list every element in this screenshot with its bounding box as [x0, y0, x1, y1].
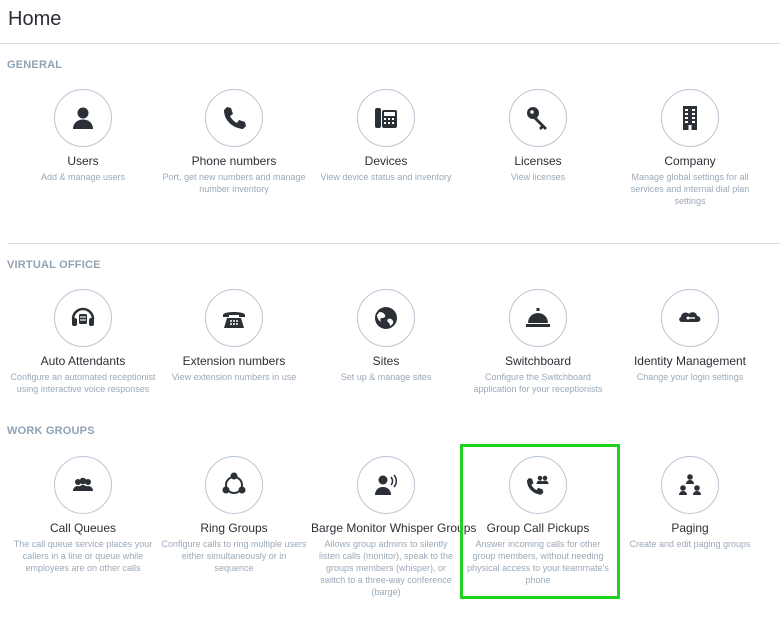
users-icon — [54, 456, 112, 514]
tile-title: Ring Groups — [200, 521, 268, 535]
rotary-phone-icon — [205, 289, 263, 347]
tile-description: The call queue service places your calle… — [13, 539, 153, 573]
tile-description: Manage global settings for all services … — [630, 172, 750, 206]
tile-extension-numbers[interactable]: Extension numbers View extension numbers… — [159, 289, 309, 383]
divider — [0, 43, 780, 44]
ring-group-icon — [205, 456, 263, 514]
tile-paging[interactable]: Paging Create and edit paging groups — [615, 456, 765, 550]
tile-title: Switchboard — [504, 354, 572, 368]
tile-identity-management[interactable]: Identity Management Change your login se… — [615, 289, 765, 383]
building-icon — [661, 89, 719, 147]
tile-licenses[interactable]: Licenses View licenses — [463, 89, 613, 183]
tile-title: Phone numbers — [191, 154, 277, 168]
tile-auto-attendants[interactable]: Auto Attendants Configure an automated r… — [8, 289, 158, 395]
tile-barge-monitor-whisper-groups[interactable]: Barge Monitor Whisper Groups Allows grou… — [311, 456, 477, 598]
page-title: Home — [8, 8, 62, 30]
user-icon — [54, 89, 112, 147]
tile-devices[interactable]: Devices View device status and inventory — [311, 89, 461, 183]
tile-description: Configure an automated receptionist usin… — [10, 372, 156, 394]
tile-description: View extension numbers in use — [171, 372, 297, 382]
section-heading-virtual-office: VIRTUAL OFFICE — [7, 259, 101, 271]
tile-description: View device status and inventory — [320, 172, 452, 182]
tile-ring-groups[interactable]: Ring Groups Configure calls to ring mult… — [159, 456, 309, 574]
tile-description: Port, get new numbers and manage number … — [162, 172, 306, 194]
section-heading-work-groups: WORK GROUPS — [7, 425, 95, 437]
desk-phone-icon — [357, 89, 415, 147]
org-chart-icon — [661, 456, 719, 514]
tile-description: Configure the Switchboard application fo… — [473, 372, 603, 394]
tile-title: Sites — [372, 354, 400, 368]
tile-title: Call Queues — [49, 521, 117, 535]
tile-description: Add & manage users — [40, 172, 126, 182]
tile-phone-numbers[interactable]: Phone numbers Port, get new numbers and … — [159, 89, 309, 195]
service-bell-icon — [509, 289, 567, 347]
tile-sites[interactable]: Sites Set up & manage sites — [311, 289, 461, 383]
tile-description: Create and edit paging groups — [629, 539, 751, 549]
highlight-box — [460, 444, 620, 599]
tile-title: Extension numbers — [182, 354, 286, 368]
tile-description: Allows group admins to silently listen c… — [318, 539, 454, 597]
key-icon — [509, 89, 567, 147]
tile-company[interactable]: Company Manage global settings for all s… — [615, 89, 765, 207]
tile-title: Identity Management — [633, 354, 747, 368]
whisper-icon — [357, 456, 415, 514]
tile-description: Configure calls to ring multiple users e… — [161, 539, 307, 573]
identity-icon — [661, 289, 719, 347]
tile-title: Users — [67, 154, 99, 168]
tile-users[interactable]: Users Add & manage users — [8, 89, 158, 183]
tile-call-queues[interactable]: Call Queues The call queue service place… — [8, 456, 158, 574]
tile-title: Licenses — [514, 154, 562, 168]
tile-title: Paging — [671, 521, 709, 535]
globe-icon — [357, 289, 415, 347]
section-heading-general: GENERAL — [7, 59, 63, 71]
tile-description: View licenses — [510, 172, 566, 182]
tile-title: Auto Attendants — [40, 354, 126, 368]
headset-icon — [54, 289, 112, 347]
tile-description: Change your login settings — [636, 372, 744, 382]
tile-title: Barge Monitor Whisper Groups — [311, 521, 477, 535]
divider — [8, 243, 780, 244]
tile-switchboard[interactable]: Switchboard Configure the Switchboard ap… — [463, 289, 613, 395]
phone-icon — [205, 89, 263, 147]
tile-title: Company — [664, 154, 716, 168]
tile-description: Set up & manage sites — [340, 372, 432, 382]
tile-title: Devices — [364, 154, 408, 168]
